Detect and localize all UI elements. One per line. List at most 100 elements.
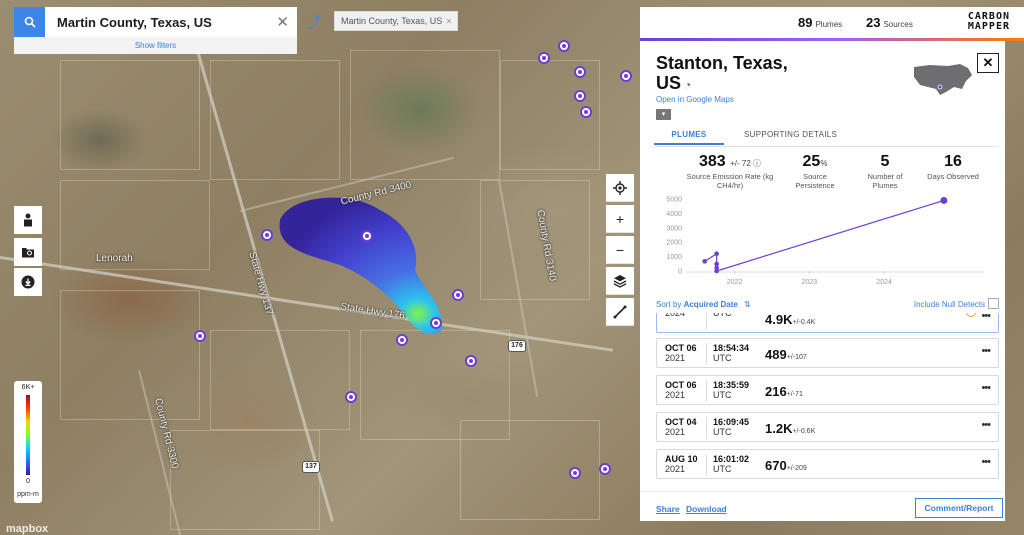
sort-field-select[interactable]: Acquired Date xyxy=(684,300,738,309)
more-options-icon[interactable]: ••• xyxy=(981,313,991,322)
sort-direction-icon[interactable]: ⇅ xyxy=(744,300,751,309)
search-icon xyxy=(24,16,36,28)
plumes-count: 89 xyxy=(798,15,813,30)
source-marker[interactable] xyxy=(574,66,586,78)
zoom-in-button[interactable]: + xyxy=(606,205,634,233)
source-marker[interactable] xyxy=(430,317,442,329)
more-options-icon[interactable]: ••• xyxy=(981,345,991,357)
source-marker[interactable] xyxy=(452,289,464,301)
legend-min: 0 xyxy=(26,478,30,485)
add-location-icon[interactable]: ⤴ xyxy=(306,11,321,32)
source-marker[interactable] xyxy=(538,52,550,64)
plume-timezone: UTC xyxy=(713,390,732,400)
search-button[interactable] xyxy=(14,7,45,37)
location-chip[interactable]: Martin County, Texas, US × xyxy=(334,11,459,31)
kpi-label: Source Emission Rate (kg CH4/hr) xyxy=(686,172,774,190)
plume-row[interactable]: OCT 06 2021 18:35:59 UTC 216+/-71 ••• xyxy=(656,375,999,405)
google-maps-link[interactable]: Open in Google Maps xyxy=(656,95,734,104)
plume-timezone: UTC xyxy=(713,353,732,363)
sources-stat: 23 Sources xyxy=(866,15,913,30)
plume-date: 2024 xyxy=(665,313,685,318)
plumes-label: Plumes xyxy=(815,20,843,29)
plume-emission-uncertainty: +/-0.4K xyxy=(792,319,816,326)
carbon-mapper-logo[interactable]: CARBON MAPPER xyxy=(968,12,1010,32)
chevron-down-icon[interactable]: ▾ xyxy=(656,109,671,120)
source-marker[interactable] xyxy=(599,463,611,475)
data-point xyxy=(714,261,719,267)
plume-time: 18:54:34 UTC xyxy=(713,343,749,363)
plume-row[interactable]: OCT 06 2021 18:54:34 UTC 489+/-107 ••• xyxy=(656,338,999,368)
comment-report-button[interactable]: Comment/Report xyxy=(915,498,1003,518)
download-button[interactable] xyxy=(14,268,42,296)
source-marker[interactable] xyxy=(261,229,273,241)
kpi-value: 383 +/- 72 ⓘ xyxy=(680,153,780,171)
kpi-unit: % xyxy=(820,159,828,168)
kpi-label: Source Persistence xyxy=(795,172,835,190)
highway-shield: 176 xyxy=(508,340,526,352)
info-icon[interactable]: ⓘ xyxy=(751,159,761,168)
locate-button[interactable] xyxy=(606,174,634,202)
plume-year: 2021 xyxy=(665,353,686,363)
layers-button[interactable] xyxy=(606,267,634,295)
row-divider xyxy=(706,417,707,439)
null-detects-checkbox[interactable] xyxy=(988,298,999,309)
search-bar[interactable]: Martin County, Texas, US ✕ xyxy=(14,7,297,37)
source-marker[interactable] xyxy=(620,70,632,82)
plume-time-value: 16:09:45 xyxy=(713,417,750,427)
source-marker[interactable] xyxy=(569,467,581,479)
x-tick-label: 2023 xyxy=(802,279,818,286)
x-tick-label: 2022 xyxy=(727,279,743,286)
plume-timezone: UTC xyxy=(713,427,732,437)
show-filters-link[interactable]: Show filters xyxy=(14,37,297,54)
y-tick-label: 1000 xyxy=(666,254,682,261)
person-icon-button[interactable] xyxy=(14,206,42,234)
flag-icon[interactable] xyxy=(966,313,976,317)
source-marker[interactable] xyxy=(194,330,206,342)
more-options-icon[interactable]: ••• xyxy=(981,419,991,431)
kpi-label: Days Observed xyxy=(927,172,979,181)
more-options-icon[interactable]: ••• xyxy=(981,456,991,468)
tab-plumes[interactable]: PLUMES xyxy=(654,130,724,145)
data-point xyxy=(702,259,707,264)
source-marker[interactable] xyxy=(580,106,592,118)
search-input[interactable]: Martin County, Texas, US xyxy=(45,15,276,30)
mapbox-logo[interactable]: mapbox xyxy=(6,523,48,535)
source-marker[interactable] xyxy=(345,391,357,403)
source-marker[interactable] xyxy=(465,355,477,367)
clear-search-icon[interactable]: ✕ xyxy=(276,13,289,31)
y-tick-label: 5000 xyxy=(666,197,682,204)
map-field xyxy=(170,430,320,530)
zoom-out-button[interactable]: − xyxy=(606,236,634,264)
row-divider xyxy=(706,380,707,402)
legend-color-bar xyxy=(26,395,30,475)
plume-emission-uncertainty: +/-107 xyxy=(786,354,807,361)
plume-emission-uncertainty: +/-209 xyxy=(786,465,807,472)
share-link[interactable]: Share xyxy=(656,504,680,514)
plume-list[interactable]: 2024 UTC 4.9K+/-0.4K ••• OCT 06 2021 18:54:34 U… xyxy=(656,313,999,491)
map-field xyxy=(60,60,200,170)
folder-search-button[interactable] xyxy=(14,238,42,266)
source-marker[interactable] xyxy=(574,90,586,102)
source-marker[interactable] xyxy=(396,334,408,346)
close-panel-button[interactable]: ✕ xyxy=(977,53,999,73)
plume-time-value: 18:54:34 xyxy=(713,343,750,353)
plume-time-value: 18:35:59 xyxy=(713,380,750,390)
us-locator-map xyxy=(914,64,972,95)
source-marker[interactable] xyxy=(558,40,570,52)
plume-timezone: UTC xyxy=(713,313,732,318)
plume-row[interactable]: OCT 04 2021 16:09:45 UTC 1.2K+/-0.6K ••• xyxy=(656,412,999,442)
map-field xyxy=(480,180,590,300)
more-options-icon[interactable]: ••• xyxy=(981,382,991,394)
download-icon xyxy=(21,275,35,289)
plume-date: OCT 04 2021 xyxy=(665,417,697,437)
download-link[interactable]: Download xyxy=(686,504,727,514)
tab-supporting-details[interactable]: SUPPORTING DETAILS xyxy=(744,130,837,139)
chip-close-icon[interactable]: × xyxy=(446,16,451,26)
null-detects-label: Include Null Detects xyxy=(913,300,985,309)
measure-button[interactable] xyxy=(606,298,634,326)
source-marker[interactable] xyxy=(361,230,373,242)
plume-row[interactable]: AUG 10 2021 16:01:02 UTC 670+/-209 ••• xyxy=(656,449,999,479)
concentration-legend: 6K+ 0 ppm-m xyxy=(14,381,42,503)
plume-row[interactable]: 2024 UTC 4.9K+/-0.4K ••• xyxy=(656,313,999,333)
legend-max: 6K+ xyxy=(21,384,35,391)
